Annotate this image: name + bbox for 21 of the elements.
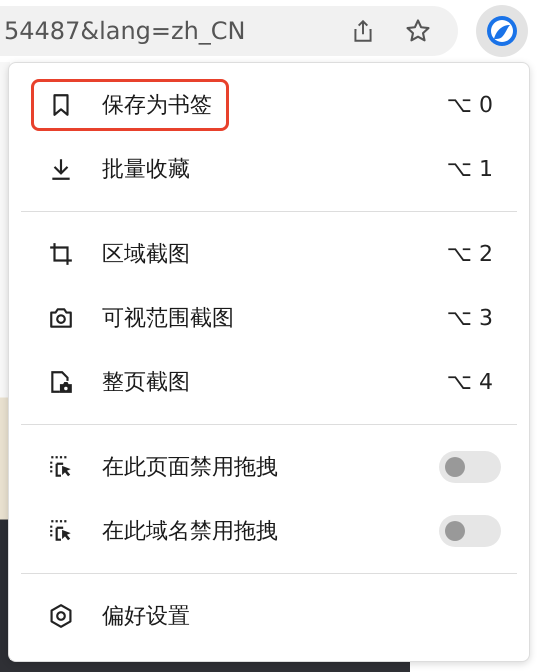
shortcut-text: ⌥ 1 — [446, 156, 493, 182]
menu-item[interactable]: 保存为书签 — [31, 79, 229, 131]
crop-icon — [48, 241, 74, 267]
address-bar[interactable]: 54487&lang=zh_CN — [0, 6, 458, 56]
menu-item[interactable]: 批量收藏 — [31, 143, 207, 195]
shortcut-text: ⌥ 4 — [446, 370, 493, 394]
url-text: 54487&lang=zh_CN — [4, 17, 247, 45]
menu-item[interactable]: 整页截图 — [31, 356, 207, 408]
bird-icon — [486, 15, 518, 47]
menu-item[interactable]: 在此域名禁用拖拽 — [31, 505, 295, 557]
toggle-switch[interactable] — [439, 451, 501, 483]
menu-item[interactable]: 区域截图 — [31, 228, 207, 280]
extension-button[interactable] — [476, 5, 528, 57]
toggle-switch[interactable] — [439, 515, 501, 547]
shortcut-text: ⌥ 0 — [446, 92, 493, 118]
shortcut-text: ⌥ 2 — [446, 242, 493, 266]
settings-icon — [48, 603, 74, 629]
menu-item[interactable]: 在此页面禁用拖拽 — [31, 441, 295, 493]
menu-item[interactable]: 偏好设置 — [31, 590, 207, 642]
menu-item[interactable]: 可视范围截图 — [31, 292, 251, 344]
shortcut-text: ⌥ 3 — [446, 306, 493, 330]
